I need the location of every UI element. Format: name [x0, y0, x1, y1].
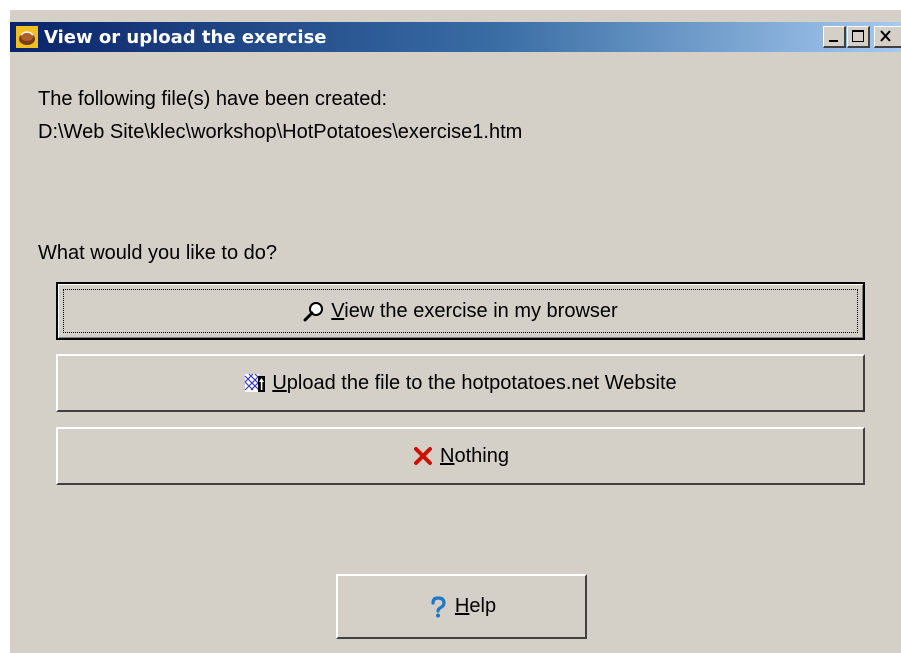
- magnifier-icon: [303, 300, 325, 322]
- upload-button-label: Upload the file to the hotpotatoes.net W…: [272, 371, 677, 394]
- title-bar[interactable]: View or upload the exercise: [10, 22, 901, 52]
- hotpotatoes-app-icon: [16, 26, 38, 48]
- web-upload-icon: [244, 372, 266, 394]
- red-x-icon: [412, 445, 434, 467]
- window-title: View or upload the exercise: [44, 27, 327, 48]
- close-icon[interactable]: [874, 26, 901, 48]
- file-path: D:\Web Site\klec\workshop\HotPotatoes\ex…: [38, 121, 523, 143]
- help-button[interactable]: Help: [336, 574, 587, 639]
- maximize-icon[interactable]: [847, 26, 870, 48]
- view-in-browser-button[interactable]: View the exercise in my browser: [56, 282, 865, 340]
- view-button-label: View the exercise in my browser: [331, 299, 618, 322]
- created-message: The following file(s) have been created:: [38, 88, 388, 110]
- upload-button[interactable]: Upload the file to the hotpotatoes.net W…: [56, 354, 865, 412]
- minimize-icon[interactable]: [823, 26, 846, 48]
- question-icon: [427, 595, 449, 618]
- dialog-window: View or upload the exercise The followin…: [10, 10, 901, 653]
- question-label: What would you like to do?: [38, 242, 278, 264]
- help-button-label: Help: [454, 595, 497, 617]
- nothing-button-label: Nothing: [440, 444, 509, 467]
- nothing-button[interactable]: Nothing: [56, 427, 865, 485]
